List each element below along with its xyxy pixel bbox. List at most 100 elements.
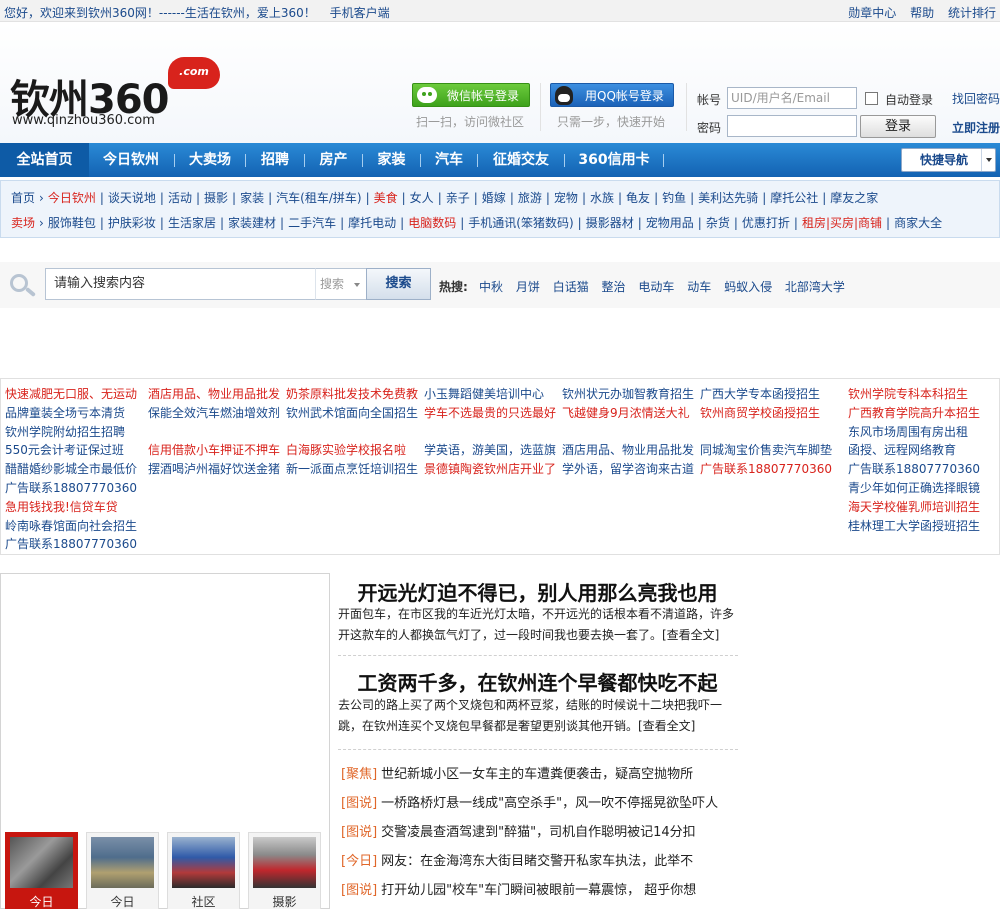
ad-link[interactable]: 青少年如何正确选择眼镜 xyxy=(848,479,980,498)
nav-house[interactable]: 房产 xyxy=(305,143,362,177)
ad-link[interactable]: 信用借款小车押证不押车 xyxy=(148,441,280,460)
hot-word[interactable]: 月饼 xyxy=(516,280,540,294)
ad-link[interactable]: 钦州学院附幼招生招聘 xyxy=(5,423,137,442)
ad-link[interactable]: 品牌童装全场亏本清货 xyxy=(5,404,137,423)
ad-link[interactable]: 景德镇陶瓷钦州店开业了 xyxy=(424,460,556,479)
ad-link[interactable]: 学车不选最贵的只选最好 xyxy=(424,404,556,423)
category-link[interactable]: 服饰鞋包 xyxy=(48,216,96,230)
category-link[interactable]: 宠物用品 xyxy=(646,216,694,230)
ad-link[interactable]: 桂林理工大学函授班招生 xyxy=(848,517,980,536)
ad-link[interactable]: 同城淘宝价售卖汽车脚垫 xyxy=(700,441,832,460)
ad-link[interactable]: 钦州商贸学校函授招生 xyxy=(700,404,832,423)
category-link[interactable]: 摩友之家 xyxy=(830,191,878,205)
category-link[interactable]: 护肤彩妆 xyxy=(108,216,156,230)
quick-nav-dropdown[interactable]: 快捷导航 xyxy=(901,148,996,172)
medal-center-link[interactable]: 勋章中心 xyxy=(848,6,896,20)
auto-login-checkbox[interactable] xyxy=(865,92,878,105)
wechat-login-button[interactable]: 微信帐号登录 xyxy=(412,83,530,107)
ad-link[interactable]: 学英语，游美国，选蓝旗 xyxy=(424,441,556,460)
search-input[interactable]: 请输入搜索内容 xyxy=(45,268,316,300)
ad-link[interactable]: 摆酒喝泸州福好饮送金猪 xyxy=(148,460,280,479)
site-logo[interactable]: .com 钦州360 www.qinzhou360.com xyxy=(10,57,220,137)
ad-link[interactable]: 飞越健身9月浓情送大礼 xyxy=(562,404,694,423)
hot-word[interactable]: 白话猫 xyxy=(553,280,589,294)
nav-today[interactable]: 今日钦州 xyxy=(89,143,173,177)
register-link[interactable]: 立即注册 xyxy=(952,119,1000,136)
ad-link[interactable]: 急用钱找我!信贷车贷 xyxy=(5,498,137,517)
category-link[interactable]: 亲子 xyxy=(446,191,470,205)
category-link[interactable]: 女人 xyxy=(410,191,434,205)
ad-link[interactable]: 函授、远程网络教育 xyxy=(848,441,980,460)
category-link[interactable]: 商家大全 xyxy=(894,216,942,230)
nav-credit-card[interactable]: 360信用卡 xyxy=(565,143,663,177)
slide-thumb[interactable]: 摄影 xyxy=(248,832,321,909)
ad-link[interactable]: 学外语，留学咨询来古道 xyxy=(562,460,694,479)
mobile-client-link[interactable]: 手机客户端 xyxy=(330,6,390,20)
category-link[interactable]: 卖场 xyxy=(11,216,35,230)
category-link[interactable]: 摄影器材 xyxy=(586,216,634,230)
qq-login-button[interactable]: 用QQ帐号登录 xyxy=(550,83,674,107)
category-link[interactable]: 摩托公社 xyxy=(770,191,818,205)
news-item[interactable]: [图说] 交警凌晨查酒驾逮到"醉猫"，司机自作聪明被记14分扣 xyxy=(341,821,696,840)
nav-market[interactable]: 大卖场 xyxy=(175,143,245,177)
nav-cars[interactable]: 汽车 xyxy=(421,143,477,177)
slide-thumb[interactable]: 今日 xyxy=(86,832,159,909)
ad-link[interactable]: 奶茶原料批发技术免费教 xyxy=(286,385,418,404)
category-link[interactable]: 宠物 xyxy=(554,191,578,205)
category-link[interactable]: 手机通讯(笨猪数码) xyxy=(468,216,573,230)
category-link[interactable]: 生活家居 xyxy=(168,216,216,230)
nav-decoration[interactable]: 家装 xyxy=(363,143,420,177)
category-link[interactable]: 汽车(租车/拼车) xyxy=(276,191,361,205)
login-button[interactable]: 登录 xyxy=(860,115,936,138)
category-link[interactable]: 今日钦州 xyxy=(48,191,96,205)
ad-link[interactable]: 广告联系18807770360 xyxy=(5,535,137,554)
category-link[interactable]: 电脑数码 xyxy=(408,216,456,230)
ad-link[interactable]: 广告联系18807770360 xyxy=(700,460,832,479)
category-link[interactable]: 龟友 xyxy=(626,191,650,205)
ad-link[interactable]: 白海豚实验学校报名啦 xyxy=(286,441,418,460)
nav-dating[interactable]: 征婚交友 xyxy=(478,143,564,177)
category-link[interactable]: 钓鱼 xyxy=(662,191,686,205)
ad-link[interactable]: 钦州状元办珈智教育招生 xyxy=(562,385,694,404)
headline-title[interactable]: 工资两千多，在钦州连个早餐都快吃不起 xyxy=(335,667,740,696)
ad-link[interactable]: 广西教育学院高升本招生 xyxy=(848,404,980,423)
ad-link[interactable]: 东风市场周围有房出租 xyxy=(848,423,980,442)
ad-link[interactable]: 广告联系18807770360 xyxy=(5,479,137,498)
category-link[interactable]: 美食 xyxy=(374,191,398,205)
category-link[interactable]: 家装建材 xyxy=(228,216,276,230)
search-button[interactable]: 搜索 xyxy=(366,268,431,300)
ad-link[interactable]: 新一派面点烹饪培训招生 xyxy=(286,460,418,479)
ad-link[interactable]: 钦州武术馆面向全国招生 xyxy=(286,404,418,423)
ad-link[interactable]: 酒店用品、物业用品批发 xyxy=(148,385,280,404)
news-item[interactable]: [图说] 一桥路桥灯悬一线成"高空杀手"，风一吹不停摇晃欲坠吓人 xyxy=(341,792,718,811)
category-link[interactable]: 摄影 xyxy=(204,191,228,205)
category-link[interactable]: 首页 xyxy=(11,191,35,205)
category-link[interactable]: 家装 xyxy=(240,191,264,205)
account-input[interactable]: UID/用户名/Email xyxy=(727,87,857,109)
category-link[interactable]: 杂货 xyxy=(706,216,730,230)
hot-word[interactable]: 动车 xyxy=(687,280,711,294)
nav-home[interactable]: 全站首页 xyxy=(0,143,89,177)
find-password-link[interactable]: 找回密码 xyxy=(952,90,1000,107)
ad-link[interactable]: 醋醋婚纱影城全市最低价 xyxy=(5,460,137,479)
stats-ranking-link[interactable]: 统计排行 xyxy=(948,6,996,20)
slide-thumb[interactable]: 社区 xyxy=(167,832,240,909)
category-link[interactable]: 旅游 xyxy=(518,191,542,205)
hot-word[interactable]: 北部湾大学 xyxy=(785,280,845,294)
ad-link[interactable]: 钦州学院专科本科招生 xyxy=(848,385,980,404)
nav-jobs[interactable]: 招聘 xyxy=(246,143,304,177)
ad-link[interactable]: 广告联系18807770360 xyxy=(848,460,980,479)
search-type-select[interactable]: 搜索 xyxy=(315,268,367,300)
news-item[interactable]: [图说] 打开幼儿园"校车"车门瞬间被眼前一幕震惊， 超乎你想 xyxy=(341,879,696,898)
ad-link[interactable]: 小玉舞蹈健美培训中心 xyxy=(424,385,556,404)
ad-link[interactable]: 海天学校催乳师培训招生 xyxy=(848,498,980,517)
ad-link[interactable]: 岭南咏春馆面向社会招生 xyxy=(5,517,137,536)
ad-link[interactable]: 保能全效汽车燃油增效剂 xyxy=(148,404,280,423)
category-link[interactable]: 美利达先骑 xyxy=(698,191,758,205)
ad-link[interactable]: 550元会计考证保过班 xyxy=(5,441,137,460)
category-link[interactable]: 婚嫁 xyxy=(482,191,506,205)
category-link[interactable]: 摩托电动 xyxy=(348,216,396,230)
headline-title[interactable]: 开远光灯迫不得已，别人用那么亮我也用 xyxy=(335,577,740,606)
category-link[interactable]: 水族 xyxy=(590,191,614,205)
ad-link[interactable]: 广西大学专本函授招生 xyxy=(700,385,832,404)
